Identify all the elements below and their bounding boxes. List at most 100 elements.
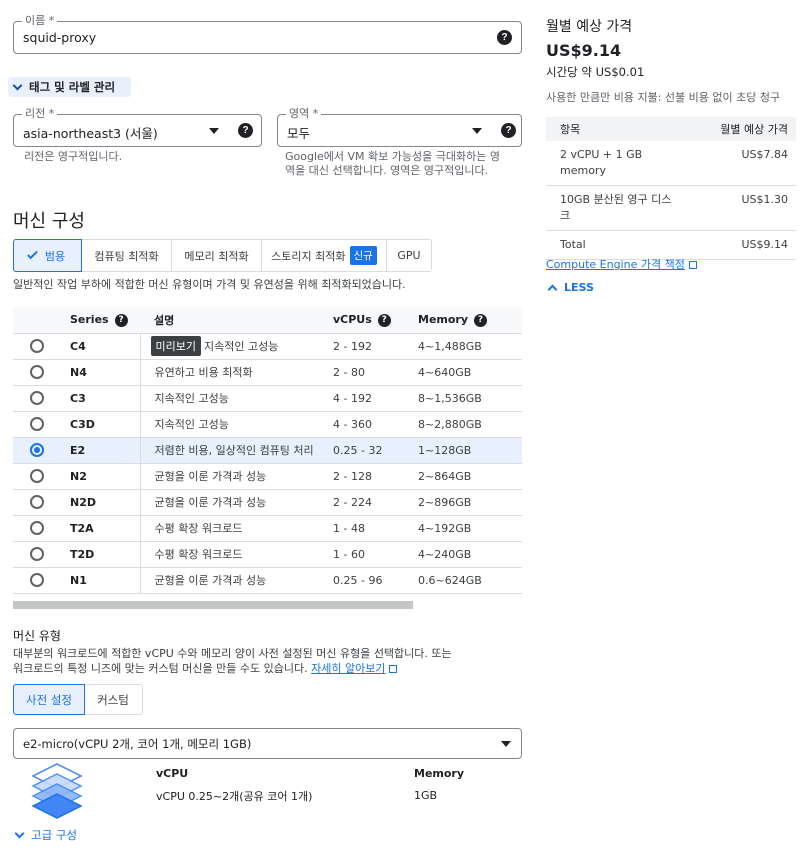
vcpus-cell: 0.25 - 96 bbox=[333, 567, 418, 594]
machine-stack-icon bbox=[31, 763, 83, 819]
price-header-row: 항목 월별 예상 가격 bbox=[546, 117, 796, 141]
series-cell: N2 bbox=[70, 463, 140, 490]
series-radio[interactable] bbox=[30, 521, 44, 535]
pricing-link[interactable]: Compute Engine 가격 책정 bbox=[546, 256, 697, 272]
memory-header: Memory bbox=[414, 767, 465, 780]
series-radio[interactable] bbox=[30, 391, 44, 405]
tab-label: 범용 bbox=[44, 249, 66, 263]
help-icon[interactable]: ? bbox=[501, 123, 516, 138]
monthly-total: US$9.14 bbox=[546, 41, 622, 60]
machine-series-table: Series? 설명 vCPUs? Memory? C4 미리보기 지속적인 고성… bbox=[13, 307, 522, 594]
vcpus-cell: 1 - 60 bbox=[333, 541, 418, 568]
desc-cell: 균형을 이룬 가격과 성능 bbox=[139, 489, 333, 516]
custom-button[interactable]: 커스텀 bbox=[84, 685, 142, 714]
tab-label: 메모리 최적화 bbox=[184, 249, 249, 263]
region-hint: 리전은 영구적입니다. bbox=[24, 150, 123, 163]
zone-hint-line1: Google에서 VM 확보 가능성을 극대화하는 영 bbox=[285, 150, 500, 163]
table-row[interactable]: C3 지속적인 고성능 4 - 192 8~1,536GB bbox=[13, 385, 522, 412]
vcpus-cell: 2 - 224 bbox=[333, 489, 418, 516]
item-header: 항목 bbox=[546, 117, 676, 141]
hourly-value: US$0.01 bbox=[595, 65, 645, 79]
table-row[interactable]: C4 미리보기 지속적인 고성능 2 - 192 4~1,488GB bbox=[13, 333, 522, 360]
machine-type-select[interactable]: e2-micro(vCPU 2개, 코어 1개, 메모리 1GB) bbox=[13, 728, 522, 759]
price-item: 2 vCPU + 1 GB memory bbox=[546, 141, 676, 186]
table-row[interactable]: N4 유연하고 비용 최적화 2 - 80 4~640GB bbox=[13, 359, 522, 386]
tab-storage-optimized[interactable]: 스토리지 최적화 신규 bbox=[262, 240, 387, 271]
new-badge: 신규 bbox=[349, 246, 377, 265]
vcpus-header-label: vCPUs bbox=[333, 313, 372, 326]
manage-tags-label: 태그 및 라벨 관리 bbox=[29, 80, 116, 94]
region-label: 리전 * bbox=[22, 107, 58, 121]
series-cell: C3D bbox=[70, 411, 140, 438]
series-cell: E2 bbox=[70, 437, 140, 464]
series-radio[interactable] bbox=[30, 365, 44, 379]
table-row[interactable]: T2A 수평 확장 워크로드 1 - 48 4~192GB bbox=[13, 515, 522, 542]
learn-more-link[interactable]: 자세히 알아보기 bbox=[311, 662, 385, 675]
name-field-value[interactable]: squid-proxy bbox=[23, 30, 96, 45]
region-select[interactable]: 리전 * asia-northeast3 (서울) ? bbox=[13, 107, 262, 147]
price-row: 10GB 분산된 영구 디스크 US$1.30 bbox=[546, 185, 796, 231]
series-radio-selected[interactable] bbox=[30, 443, 44, 457]
external-link-icon bbox=[389, 665, 398, 673]
table-row[interactable]: E2 저렴한 비용, 일상적인 컴퓨팅 처리 0.25 - 32 1~128GB bbox=[13, 437, 522, 464]
desc-cell: 저렴한 비용, 일상적인 컴퓨팅 처리 bbox=[139, 437, 333, 464]
check-icon bbox=[27, 248, 38, 260]
tab-gpu[interactable]: GPU bbox=[387, 240, 431, 271]
chevron-up-icon bbox=[547, 284, 558, 295]
dropdown-arrow-icon bbox=[209, 128, 219, 134]
zone-value: 모두 bbox=[287, 126, 311, 141]
tab-compute-optimized[interactable]: 컴퓨팅 최적화 bbox=[82, 240, 172, 271]
price-header: 월별 예상 가격 bbox=[676, 117, 796, 141]
help-icon[interactable]: ? bbox=[497, 30, 512, 45]
desc-text: 지속적인 고성능 bbox=[203, 340, 279, 353]
vcpus-cell: 4 - 360 bbox=[333, 411, 418, 438]
manage-tags-button[interactable]: 태그 및 라벨 관리 bbox=[8, 77, 131, 97]
less-toggle[interactable]: LESS bbox=[547, 281, 594, 295]
zone-select[interactable]: 영역 * 모두 ? bbox=[277, 107, 522, 147]
series-radio[interactable] bbox=[30, 339, 44, 353]
tab-general-purpose[interactable]: 범용 bbox=[13, 239, 82, 272]
advanced-config-toggle[interactable]: 고급 구성 bbox=[14, 827, 77, 843]
help-icon[interactable]: ? bbox=[377, 313, 391, 327]
machine-type-desc-line2: 워크로드의 특정 니즈에 맞는 커스텀 머신을 만들 수도 있습니다. 자세히 … bbox=[13, 662, 398, 676]
horizontal-scrollbar[interactable] bbox=[13, 601, 413, 609]
table-row[interactable]: T2D 수평 확장 워크로드 1 - 60 4~240GB bbox=[13, 541, 522, 568]
table-row[interactable]: N2D 균형을 이룬 가격과 성능 2 - 224 2~896GB bbox=[13, 489, 522, 516]
desc-text: 워크로드의 특정 니즈에 맞는 커스텀 머신을 만들 수도 있습니다. bbox=[13, 662, 308, 675]
vcpus-cell: 2 - 192 bbox=[333, 333, 418, 360]
series-radio[interactable] bbox=[30, 573, 44, 587]
memory-cell: 4~240GB bbox=[418, 541, 522, 568]
vcpus-cell: 2 - 80 bbox=[333, 359, 418, 386]
name-field[interactable]: 이름 * squid-proxy ? bbox=[13, 14, 522, 54]
help-icon[interactable]: ? bbox=[474, 313, 488, 327]
memory-cell: 4~192GB bbox=[418, 515, 522, 542]
chevron-down-icon bbox=[14, 828, 25, 838]
table-row[interactable]: C3D 지속적인 고성능 4 - 360 8~2,880GB bbox=[13, 411, 522, 438]
advanced-config-label: 고급 구성 bbox=[31, 828, 77, 842]
series-radio[interactable] bbox=[30, 547, 44, 561]
table-row[interactable]: N1 균형을 이룬 가격과 성능 0.25 - 96 0.6~624GB bbox=[13, 567, 522, 594]
external-link-icon bbox=[688, 261, 697, 269]
series-radio[interactable] bbox=[30, 495, 44, 509]
help-icon[interactable]: ? bbox=[114, 313, 128, 327]
series-cell: C4 bbox=[70, 333, 140, 360]
table-row[interactable]: N2 균형을 이룬 가격과 성능 2 - 128 2~864GB bbox=[13, 463, 522, 490]
series-radio[interactable] bbox=[30, 469, 44, 483]
series-cell: C3 bbox=[70, 385, 140, 412]
tab-memory-optimized[interactable]: 메모리 최적화 bbox=[172, 240, 262, 271]
vcpus-cell: 2 - 128 bbox=[333, 463, 418, 490]
machine-family-description: 일반적인 작업 부하에 적합한 머신 유형이며 가격 및 유연성을 위해 최적화… bbox=[13, 278, 406, 291]
radio-column-header bbox=[13, 307, 70, 334]
preset-button[interactable]: 사전 설정 bbox=[13, 684, 85, 715]
series-cell: T2D bbox=[70, 541, 140, 568]
help-icon[interactable]: ? bbox=[238, 123, 253, 138]
series-header-label: Series bbox=[70, 313, 109, 326]
vcpus-column-header: vCPUs? bbox=[333, 307, 418, 334]
memory-cell: 4~640GB bbox=[418, 359, 522, 386]
dropdown-arrow-icon bbox=[501, 741, 511, 747]
pricing-title: 월별 예상 가격 bbox=[546, 19, 633, 35]
vcpu-value: vCPU 0.25~2개(공유 코어 1개) bbox=[156, 790, 313, 803]
chevron-down-icon bbox=[12, 80, 23, 90]
desc-cell: 미리보기 지속적인 고성능 bbox=[139, 333, 333, 360]
series-radio[interactable] bbox=[30, 417, 44, 431]
